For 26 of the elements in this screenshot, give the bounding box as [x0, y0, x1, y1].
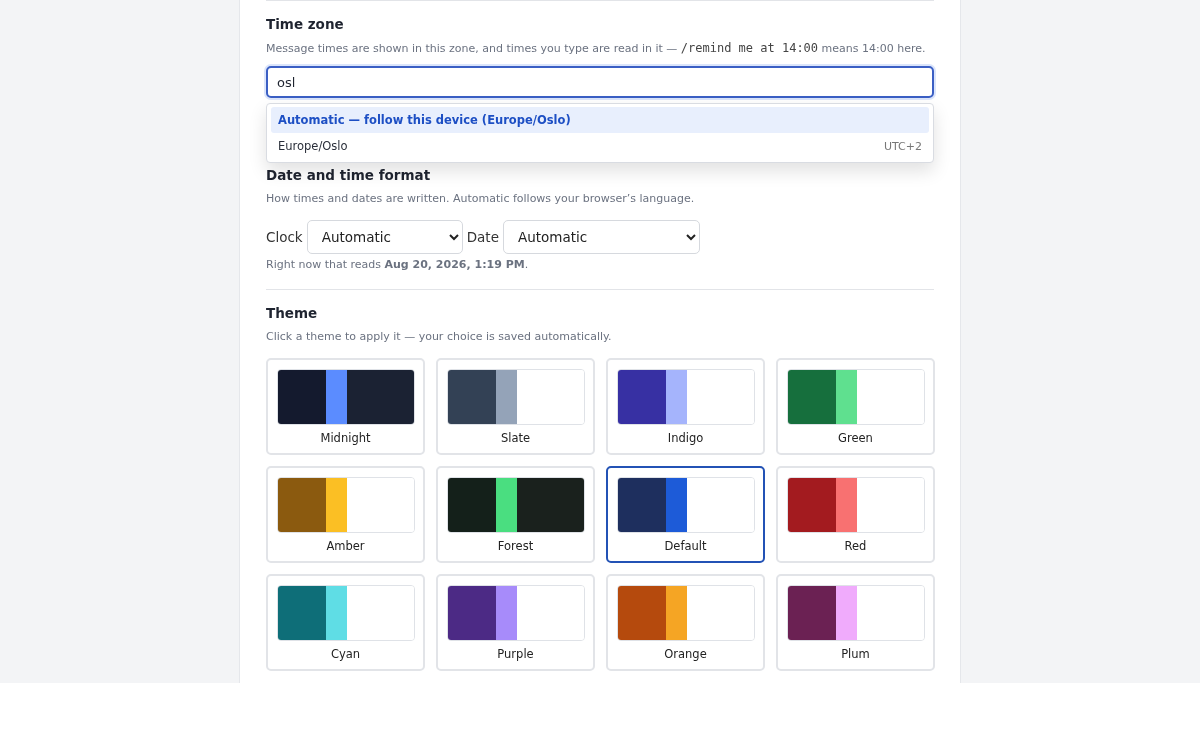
section-heading: Date and time format: [266, 166, 432, 184]
clock-label: Clock: [266, 229, 303, 245]
section-description: Click a theme to apply it — your choice is saved automatically.: [266, 329, 613, 345]
theme-card[interactable]: Slate: [436, 358, 595, 455]
theme-card[interactable]: Orange: [606, 574, 765, 671]
suggestion-item[interactable]: Automatic — follow this device (Europe/Oslo): [271, 107, 929, 133]
clock-select[interactable]: Automatic: [306, 220, 463, 254]
suggestion-item[interactable]: Europe/Oslo UTC+2: [271, 133, 929, 159]
theme-card[interactable]: Default: [606, 466, 765, 563]
theme-card[interactable]: Red: [776, 466, 935, 563]
theme-card[interactable]: Plum: [776, 574, 935, 671]
section-description: How times and dates are written. Automatic follows your browser’s language.: [266, 191, 696, 207]
section-heading: Theme: [266, 304, 319, 322]
theme-card[interactable]: Amber: [266, 466, 425, 563]
theme-card[interactable]: Indigo: [606, 358, 765, 455]
search-field[interactable]: osl: [266, 66, 934, 98]
theme-card[interactable]: Green: [776, 358, 935, 455]
theme-card[interactable]: Forest: [436, 466, 595, 563]
section-description: Message times are shown in this zone, and times you type are read in it — /remind me at 14:00 means 14:00 here.: [266, 40, 927, 57]
format-preview: Right now that reads Aug 20, 2026, 1:19 PM.: [266, 257, 530, 273]
section-heading: Time zone: [266, 15, 345, 33]
theme-card[interactable]: Midnight: [266, 358, 425, 455]
theme-card[interactable]: Cyan: [266, 574, 425, 671]
theme-card[interactable]: Purple: [436, 574, 595, 671]
date-label: Date: [466, 229, 499, 245]
date-select[interactable]: Automatic: [502, 220, 700, 254]
